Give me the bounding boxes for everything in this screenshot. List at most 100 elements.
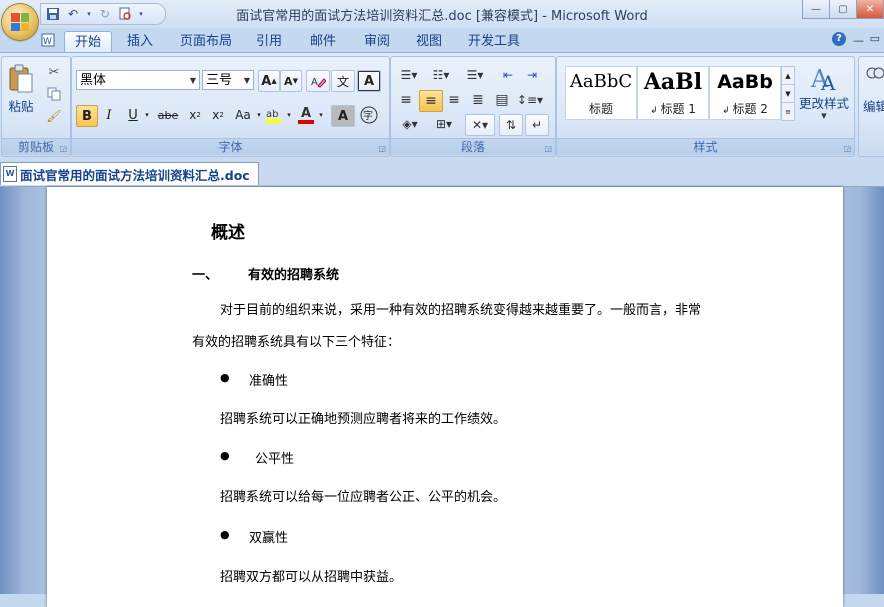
font-color-dropdown-icon[interactable]: ▾ [317,105,325,125]
change-styles-icon: AA [810,65,836,93]
tab-mailings[interactable]: 邮件 [300,31,346,52]
word-app-icon[interactable]: W [40,31,58,49]
bullet-title-3: 双赢性 [249,531,289,546]
font-size-select[interactable]: 三号 ▼ [202,70,254,90]
styles-more-icon[interactable]: ≡ [781,102,795,121]
change-case-dropdown-icon[interactable]: ▾ [255,105,263,125]
document-area[interactable]: 概述 一、 有效的招聘系统 对于目前的组织来说，采用一种有效的招聘系统变得越来越… [0,187,884,607]
grow-font-button[interactable]: A ▲ [258,70,280,92]
print-preview-icon[interactable] [117,6,133,22]
styles-scroll-up-icon[interactable]: ▲ [781,66,795,85]
bullet-desc-2: 招聘系统可以给每一位应聘者公正、公平的机会。 [220,490,507,505]
styles-dialog-launcher-icon[interactable]: ◲ [843,144,851,153]
tab-home[interactable]: 开始 [64,31,113,53]
font-color-icon[interactable]: A [295,105,317,125]
decrease-indent-icon[interactable]: ⇤ [497,65,519,85]
multilevel-list-icon[interactable]: ☰▾ [461,65,489,85]
svg-text:字: 字 [363,109,373,122]
subscript-button[interactable]: x2 [185,105,205,125]
document-page[interactable]: 概述 一、 有效的招聘系统 对于目前的组织来说，采用一种有效的招聘系统变得越来越… [47,187,843,607]
tab-review[interactable]: 审阅 [354,31,400,52]
style-heading-1-sample: AaBl [643,69,703,95]
tab-developer[interactable]: 开发工具 [458,31,530,52]
align-center-icon[interactable]: ≡ [419,90,443,112]
strikethrough-button[interactable]: abe [154,105,182,125]
maximize-button[interactable]: ▢ [829,0,857,19]
clipboard-icon [9,64,33,92]
superscript-button[interactable]: x2 [208,105,228,125]
change-case-button[interactable]: Aa [231,105,255,125]
editing-button[interactable]: 编辑 [863,97,884,114]
numbering-icon[interactable]: ☷▾ [427,65,455,85]
clipboard-group: 粘贴 ✂ 🖌 剪贴板 ◲ [1,56,71,157]
font-name-value: 黑体 [80,73,107,88]
section-number: 一、 [192,268,219,283]
styles-group-label: 样式 [557,138,854,155]
paragraph-group: ☰▾ ☷▾ ☰▾ ⇤ ⇥ ≡ ≡ ≡ ≣ ▤ ↕≡▾ ◈▾ ⊞▾ ✕▾ ⇅ ↵ … [390,56,556,157]
close-button[interactable]: ✕ [856,0,884,19]
shrink-font-button[interactable]: A ▼ [280,70,302,92]
underline-button[interactable]: U [123,105,143,125]
styles-scroll-down-icon[interactable]: ▼ [781,84,795,103]
align-right-icon[interactable]: ≡ [443,90,465,110]
change-styles-button[interactable]: AA 更改样式 ▼ [797,63,851,133]
copy-icon[interactable] [44,85,64,103]
help-icon[interactable]: ? [832,32,846,46]
increase-indent-icon[interactable]: ⇥ [521,65,543,85]
chinese-layout-icon[interactable]: ✕▾ [465,114,495,136]
tab-insert[interactable]: 插入 [117,31,163,52]
style-heading-1-name-text: 标题 1 [660,102,696,116]
style-heading-2-sample: AaBb [717,71,773,93]
minimize-button[interactable]: — [802,0,830,19]
bullet-icon: ● [220,371,230,384]
font-dialog-launcher-icon[interactable]: ◲ [378,144,386,153]
clipboard-dialog-launcher-icon[interactable]: ◲ [59,144,67,153]
italic-button[interactable]: I [99,105,119,125]
character-shading-icon[interactable]: A [331,105,355,127]
paragraph-dialog-launcher-icon[interactable]: ◲ [544,144,552,153]
bold-button[interactable]: B [76,105,98,127]
save-icon[interactable] [45,6,61,22]
clear-formatting-icon[interactable]: A [306,70,330,92]
paste-button[interactable]: 粘贴 [4,59,38,119]
undo-icon[interactable]: ↶ [65,6,81,22]
tab-page-layout[interactable]: 页面布局 [170,31,242,52]
sort-icon[interactable]: ⇅ [499,114,523,136]
tab-references[interactable]: 引用 [246,31,292,52]
character-border-icon[interactable]: A [357,70,381,92]
office-button[interactable] [2,4,38,40]
shading-icon[interactable]: ◈▾ [395,114,425,134]
enclose-characters-icon[interactable]: 字 [358,105,380,125]
highlight-dropdown-icon[interactable]: ▾ [285,105,293,125]
qat-customize-icon[interactable]: ▾ [137,6,145,22]
font-name-select[interactable]: 黑体 ▼ [76,70,200,90]
borders-icon[interactable]: ⊞▾ [429,114,459,134]
undo-dropdown-icon[interactable]: ▾ [85,6,93,22]
style-heading-1[interactable]: AaBl ↲ 标题 1 [637,66,709,120]
style-title[interactable]: AaBbC 标题 [565,66,637,120]
style-heading-2-name: ↲ 标题 2 [722,102,768,116]
highlight-color-icon[interactable]: ab [263,105,285,125]
document-tab-bar: W 面试官常用的面试方法培训资料汇总.doc [0,157,884,187]
find-icon[interactable] [863,63,884,87]
show-marks-icon[interactable]: ↵ [525,114,549,136]
distributed-icon[interactable]: ▤ [491,90,513,110]
cut-icon[interactable]: ✂ [44,63,64,81]
redo-icon[interactable]: ↻ [97,6,113,22]
phonetic-guide-icon[interactable]: 文 [331,70,355,92]
svg-text:A: A [311,77,318,88]
justify-icon[interactable]: ≣ [467,90,489,110]
underline-dropdown-icon[interactable]: ▾ [143,105,151,125]
line-spacing-icon[interactable]: ↕≡▾ [515,90,545,110]
style-heading-2[interactable]: AaBb ↲ 标题 2 [709,66,781,120]
align-left-icon[interactable]: ≡ [395,90,417,110]
bullet-title-2: 公平性 [255,452,295,467]
ribbon-close-icon[interactable]: ▭ [870,32,880,45]
tab-view[interactable]: 视图 [406,31,452,52]
ribbon-minimize-icon[interactable]: — [853,34,864,47]
bullets-icon[interactable]: ☰▾ [395,65,423,85]
svg-text:ab: ab [266,109,278,120]
document-tab[interactable]: W 面试官常用的面试方法培训资料汇总.doc [0,162,259,185]
format-painter-icon[interactable]: 🖌 [44,107,64,125]
intro-line-1: 对于目前的组织来说，采用一种有效的招聘系统变得越来越重要了。一般而言，非常 [220,303,702,318]
